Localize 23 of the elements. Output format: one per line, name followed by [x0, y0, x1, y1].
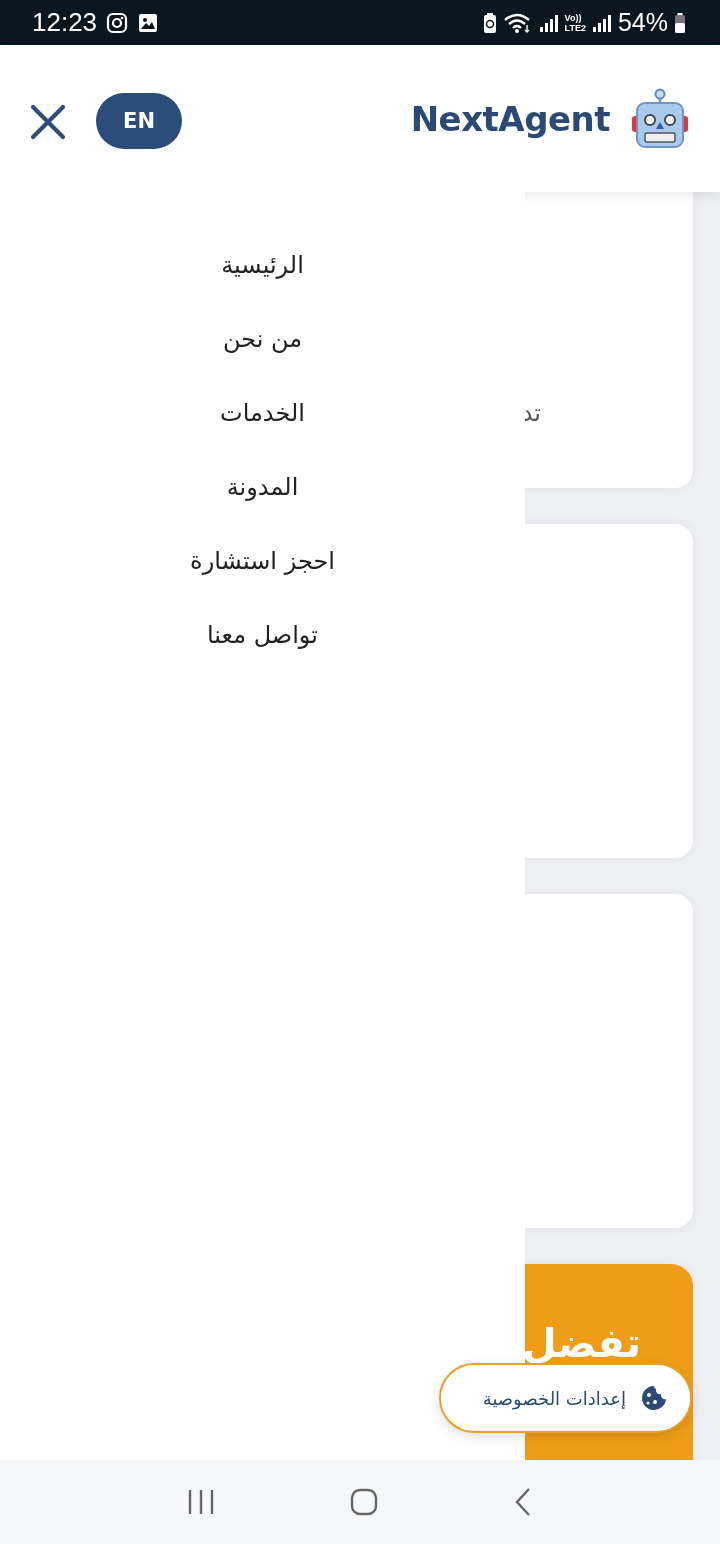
close-icon[interactable]	[30, 103, 66, 140]
privacy-settings-button[interactable]: إعدادات الخصوصية	[439, 1363, 692, 1433]
robot-icon	[632, 87, 688, 150]
home-icon[interactable]	[350, 1488, 378, 1516]
menu-item[interactable]: الخدمات	[220, 392, 305, 434]
image-icon	[137, 11, 160, 34]
battery-icon	[674, 11, 686, 34]
volte-label: Vo))	[564, 12, 583, 23]
menu-item[interactable]: تواصل معنا	[207, 614, 318, 656]
recent-apps-icon[interactable]	[187, 1489, 216, 1515]
menu-item[interactable]: الرئيسية	[221, 244, 304, 286]
promo-heading: تفضل	[522, 1320, 641, 1366]
clock-time: 12:23	[32, 7, 98, 38]
menu-item[interactable]: المدونة	[226, 466, 299, 508]
language-button[interactable]: EN	[96, 92, 182, 149]
menu-item[interactable]: احجز استشارة	[190, 540, 335, 582]
battery-percent: 54%	[617, 8, 668, 37]
camera-app-icon	[106, 11, 129, 34]
cookie-icon	[640, 1384, 668, 1412]
brand-name[interactable]: NextAgent	[410, 98, 610, 139]
menu-item[interactable]: من نحن	[222, 318, 303, 360]
battery-saver-icon	[482, 11, 497, 34]
network-label: LTE2	[564, 22, 586, 33]
